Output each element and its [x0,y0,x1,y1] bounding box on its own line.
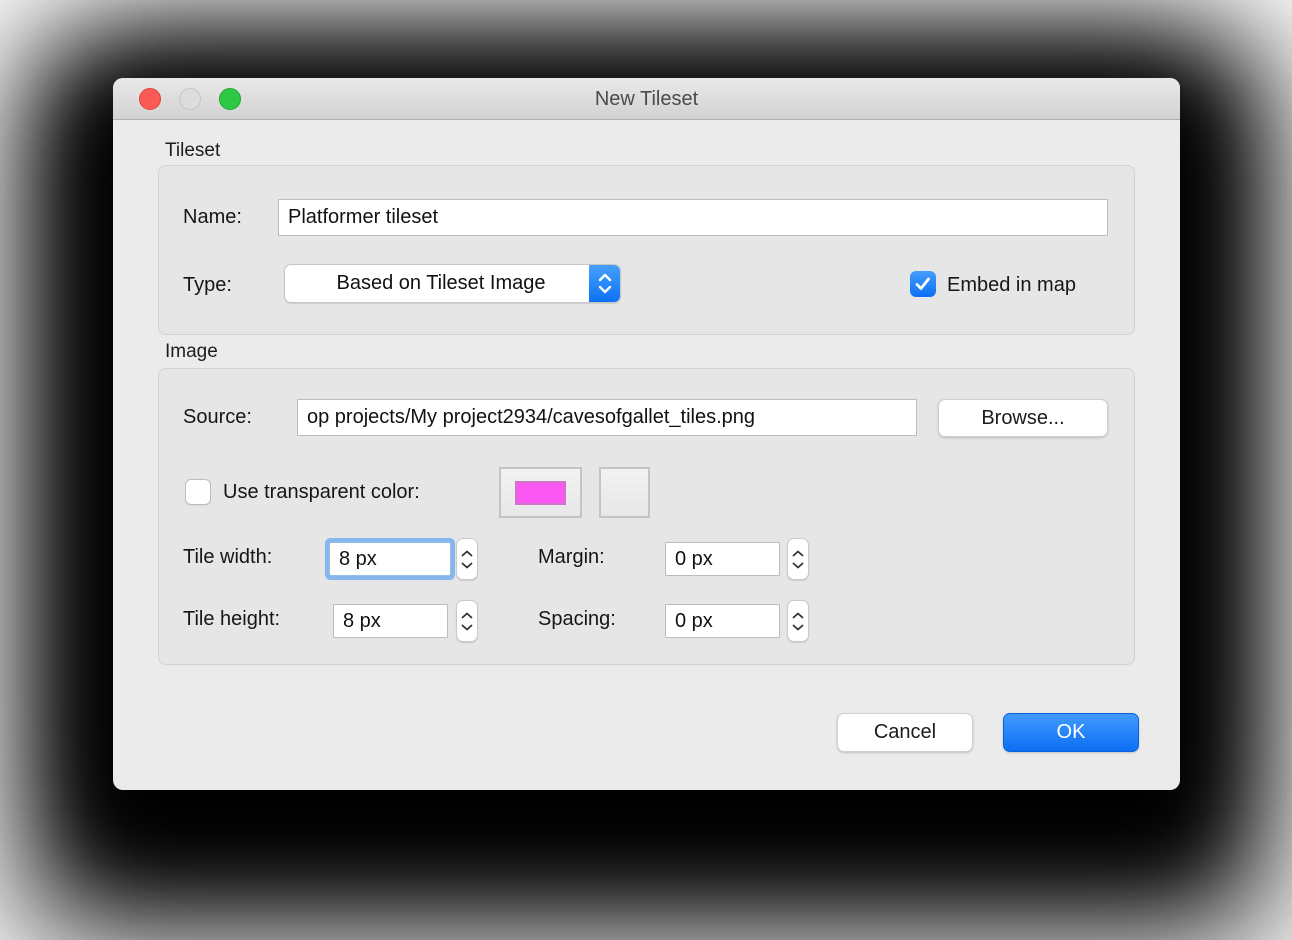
stepper-up-icon [461,550,473,557]
name-input[interactable] [278,199,1108,236]
stepper-down-icon [792,624,804,631]
tile-height-input[interactable] [333,604,448,638]
titlebar[interactable]: New Tileset [113,78,1180,120]
tileset-groupbox [158,165,1135,335]
spacing-label: Spacing: [538,608,616,631]
cancel-button[interactable]: Cancel [837,713,973,752]
color-swatch [515,481,566,505]
stepper-down-icon [792,562,804,569]
tile-height-stepper[interactable] [456,600,478,642]
margin-label: Margin: [538,546,605,569]
margin-stepper[interactable] [787,538,809,580]
zoom-button[interactable] [219,88,241,110]
type-dropdown[interactable]: Based on Tileset Image [284,264,621,303]
use-transparent-color-checkbox[interactable] [185,479,211,505]
stepper-up-icon [461,612,473,619]
traffic-lights [139,88,241,110]
browse-button[interactable]: Browse... [938,399,1108,437]
checkmark-icon [915,277,931,291]
tile-width-label: Tile width: [183,546,272,569]
screen: New Tileset Tileset Name: Type: Based on… [0,0,1292,940]
stepper-up-icon [792,612,804,619]
ok-button[interactable]: OK [1003,713,1139,752]
stepper-down-icon [461,562,473,569]
use-transparent-color-label: Use transparent color: [223,481,420,504]
type-dropdown-value: Based on Tileset Image [285,272,589,295]
tile-width-input[interactable] [329,542,451,576]
margin-input[interactable] [665,542,780,576]
color-picker-button[interactable] [599,467,650,518]
tile-width-stepper[interactable] [456,538,478,580]
tile-height-label: Tile height: [183,608,280,631]
type-label: Type: [183,274,232,297]
embed-in-map-label: Embed in map [947,274,1076,297]
source-label: Source: [183,406,252,429]
minimize-button[interactable] [179,88,201,110]
close-button[interactable] [139,88,161,110]
stepper-down-icon [461,624,473,631]
source-input[interactable] [297,399,917,436]
name-label: Name: [183,206,242,229]
new-tileset-dialog: New Tileset Tileset Name: Type: Based on… [113,78,1180,790]
image-section-label: Image [165,341,218,363]
transparent-color-swatch-button[interactable] [499,467,582,518]
window-title: New Tileset [113,78,1180,120]
embed-in-map-checkbox[interactable] [910,271,936,297]
spacing-stepper[interactable] [787,600,809,642]
stepper-up-icon [792,550,804,557]
dropdown-arrows-icon [589,265,620,302]
spacing-input[interactable] [665,604,780,638]
tileset-section-label: Tileset [165,140,220,162]
